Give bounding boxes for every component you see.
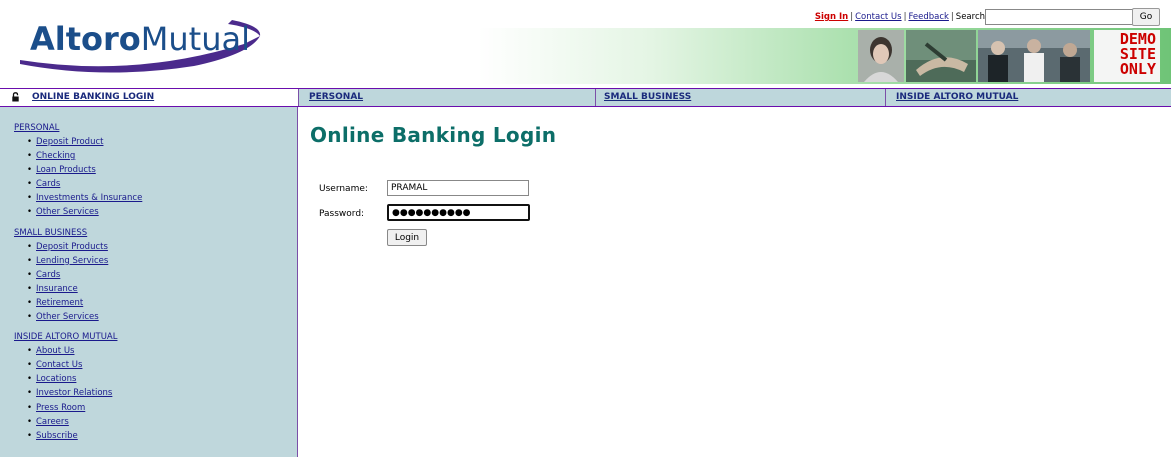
list-item: Checking [0, 149, 297, 163]
feedback-link[interactable]: Feedback [908, 12, 948, 22]
nav-inside-altoro-mutual[interactable]: INSIDE ALTORO MUTUAL [885, 89, 1171, 106]
sidebar-item-lending-services[interactable]: Lending Services [36, 256, 108, 266]
list-item: Retirement [0, 296, 297, 310]
business-people-photo-icon [978, 30, 1090, 82]
separator: | [950, 12, 954, 22]
list-item: Locations [0, 372, 297, 386]
sidebar-item-other-services[interactable]: Other Services [36, 207, 99, 217]
username-label: Username: [319, 184, 368, 194]
nav-small-business-link[interactable]: SMALL BUSINESS [604, 92, 691, 102]
sidebar-item-checking[interactable]: Checking [36, 151, 75, 161]
nav-online-banking-login[interactable]: ONLINE BANKING LOGIN [0, 89, 298, 106]
list-item: Deposit Product [0, 135, 297, 149]
sidebar-section-small-business[interactable]: SMALL BUSINESS [14, 227, 297, 239]
main-content: Online Banking Login Username: Password:… [310, 123, 557, 246]
nav-small-business[interactable]: SMALL BUSINESS [595, 89, 885, 106]
sidebar-item-investor-relations[interactable]: Investor Relations [36, 388, 112, 398]
logo-text: AltoroMutual [30, 20, 250, 58]
sign-in-link[interactable]: Sign In [815, 12, 848, 22]
nav-inside-link[interactable]: INSIDE ALTORO MUTUAL [896, 92, 1018, 102]
sidebar-section-personal[interactable]: PERSONAL [14, 122, 297, 134]
contact-us-link[interactable]: Contact Us [855, 12, 901, 22]
sidebar-item-contact-us[interactable]: Contact Us [36, 360, 82, 370]
header: AltoroMutual Sign In | Contact Us | Feedback… [0, 0, 1171, 86]
sidebar-item-retirement[interactable]: Retirement [36, 298, 83, 308]
woman-photo-icon [858, 30, 904, 82]
go-button[interactable]: Go [1132, 8, 1160, 26]
list-item: Deposit Products [0, 240, 297, 254]
sidebar-item-cards[interactable]: Cards [36, 270, 60, 280]
sidebar-item-about-us[interactable]: About Us [36, 346, 74, 356]
list-item: About Us [0, 344, 297, 358]
nav-login-link[interactable]: ONLINE BANKING LOGIN [32, 92, 154, 102]
sidebar-item-other-services[interactable]: Other Services [36, 312, 99, 322]
list-item: Contact Us [0, 358, 297, 372]
username-field[interactable] [387, 180, 529, 196]
sidebar: PERSONAL Deposit Product Checking Loan P… [0, 107, 298, 457]
list-item: Subscribe [0, 429, 297, 443]
sidebar-section-inside-altoro[interactable]: INSIDE ALTORO MUTUAL [14, 331, 297, 343]
nav-personal-link[interactable]: PERSONAL [309, 92, 363, 102]
list-item: Cards [0, 177, 297, 191]
altoro-mutual-logo[interactable]: AltoroMutual [14, 14, 274, 74]
list-item: Press Room [0, 401, 297, 415]
sidebar-item-insurance[interactable]: Insurance [36, 284, 78, 294]
list-item: Other Services [0, 310, 297, 324]
sidebar-item-careers[interactable]: Careers [36, 417, 69, 427]
lock-icon [12, 92, 19, 102]
page-title: Online Banking Login [310, 123, 557, 147]
sidebar-item-investments-insurance[interactable]: Investments & Insurance [36, 193, 142, 203]
sidebar-item-cards[interactable]: Cards [36, 179, 60, 189]
login-button[interactable]: Login [387, 229, 427, 246]
sidebar-list-small-business: Deposit Products Lending Services Cards … [0, 240, 297, 325]
logo-text-light: Mutual [140, 20, 250, 58]
sidebar-item-locations[interactable]: Locations [36, 374, 76, 384]
nav-personal[interactable]: PERSONAL [298, 89, 595, 106]
list-item: Investments & Insurance [0, 191, 297, 205]
sidebar-item-loan-products[interactable]: Loan Products [36, 165, 96, 175]
sidebar-item-subscribe[interactable]: Subscribe [36, 431, 78, 441]
password-label: Password: [319, 209, 365, 219]
demo-site-only-badge: DEMO SITE ONLY [1094, 30, 1160, 82]
sidebar-item-press-room[interactable]: Press Room [36, 403, 85, 413]
logo-text-bold: Altoro [30, 20, 141, 58]
password-field[interactable] [387, 204, 530, 221]
list-item: Insurance [0, 282, 297, 296]
list-item: Cards [0, 268, 297, 282]
sidebar-list-personal: Deposit Product Checking Loan Products C… [0, 135, 297, 220]
demo-line-3: ONLY [1119, 60, 1156, 78]
search-label: Search [955, 12, 985, 22]
list-item: Other Services [0, 205, 297, 219]
main-nav: ONLINE BANKING LOGIN PERSONAL SMALL BUSI… [0, 88, 1171, 107]
sidebar-item-deposit-products[interactable]: Deposit Products [36, 242, 108, 252]
list-item: Careers [0, 415, 297, 429]
handshake-photo-icon [906, 30, 976, 82]
list-item: Lending Services [0, 254, 297, 268]
list-item: Loan Products [0, 163, 297, 177]
banner-photos [858, 30, 1090, 82]
sidebar-item-deposit-product[interactable]: Deposit Product [36, 137, 103, 147]
search-input[interactable] [985, 9, 1135, 25]
list-item: Investor Relations [0, 386, 297, 400]
sidebar-list-inside-altoro: About Us Contact Us Locations Investor R… [0, 344, 297, 443]
top-links: Sign In | Contact Us | Feedback | Search [815, 12, 985, 22]
